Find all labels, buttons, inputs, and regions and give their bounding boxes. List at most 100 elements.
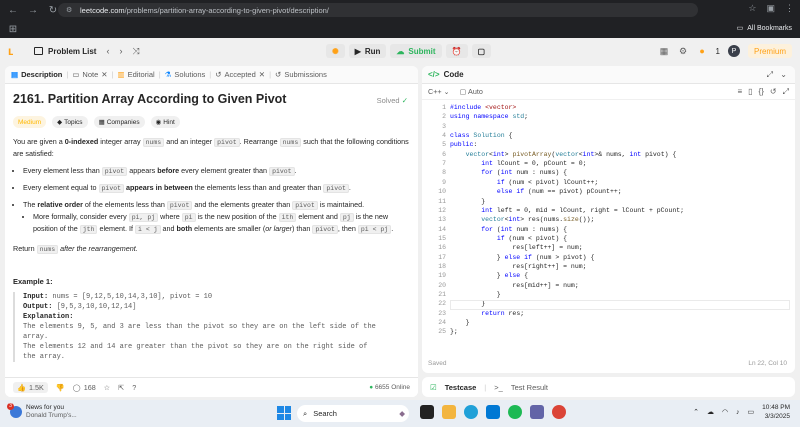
run-button[interactable]: ▶ Run — [348, 44, 387, 58]
collapse-icon[interactable]: ⌄ — [780, 70, 787, 79]
all-bookmarks[interactable]: ▭ All Bookmarks — [737, 24, 792, 33]
file-explorer-icon[interactable] — [420, 405, 434, 419]
tab-editorial[interactable]: ▥ Editorial — [118, 70, 155, 79]
tab-testcase[interactable]: Testcase — [445, 383, 477, 392]
comment-icon: ◯ — [72, 383, 81, 392]
problem-list-label: Problem List — [48, 46, 97, 56]
check-circle-icon: ✓ — [401, 96, 408, 105]
windows-start-icon[interactable] — [277, 406, 291, 420]
code-line: res[left++] = num; — [450, 244, 583, 252]
line-number: 22 — [438, 300, 446, 308]
line-number: 8 — [442, 169, 446, 177]
battery-icon[interactable]: ▭ — [748, 408, 755, 416]
submit-button[interactable]: ☁ Submit — [390, 44, 442, 58]
tab-separator: | — [209, 70, 212, 79]
store-icon[interactable] — [486, 405, 500, 419]
tab-test-result[interactable]: Test Result — [511, 383, 548, 392]
system-tray: ⌃ ☁ ◠ ♪ ▭ 10:48 PM 3/3/2025 — [693, 403, 790, 421]
news-icon: 3 — [7, 403, 22, 418]
description-footer: 👍 1.5K 👎 ◯ 168 ☆ ⇱ ? ● 6655 Online — [5, 377, 418, 397]
debug-button[interactable]: ✺ — [326, 44, 345, 58]
test-panel: ☑ Testcase | >_ Test Result — [422, 377, 795, 397]
tab-note-label: Note — [82, 70, 99, 79]
language-select[interactable]: C++ ⌄ — [428, 87, 450, 96]
chevron-down-icon: ⌄ — [443, 87, 450, 96]
spotify-icon[interactable] — [508, 405, 522, 419]
return-paragraph: Return nums after the rearrangement. — [13, 244, 138, 254]
tab-description[interactable]: ▤ Description — [11, 70, 62, 79]
like-count: 1.5K — [28, 383, 44, 392]
problem-tags: Medium ◆ Topics ▦ Companies ◉ Hint — [13, 116, 410, 128]
next-problem-icon[interactable]: › — [119, 46, 122, 57]
building-icon: ▦ — [98, 119, 105, 126]
companies-tag[interactable]: ▦ Companies — [93, 116, 145, 128]
notes-button[interactable]: ▢ — [471, 44, 492, 58]
cursor-position: Ln 22, Col 10 — [748, 360, 787, 367]
tab-accepted[interactable]: ↺ Accepted ✕ — [215, 70, 265, 79]
code-line: vector<int> pivotArray(vector<int>& nums… — [465, 150, 677, 158]
online-count: ● 6655 Online — [369, 384, 410, 391]
line-number: 16 — [438, 244, 446, 252]
back-icon[interactable]: ← — [6, 3, 20, 17]
edge-icon[interactable] — [464, 405, 478, 419]
clock[interactable]: 10:48 PM 3/3/2025 — [762, 403, 790, 421]
format-icon[interactable]: ≡ — [737, 87, 742, 97]
braces-icon[interactable]: {} — [759, 87, 764, 97]
favorite-icon[interactable]: ☆ — [104, 383, 110, 392]
avatar[interactable]: P — [727, 45, 740, 57]
premium-button[interactable]: Premium — [747, 44, 792, 58]
settings-icon[interactable]: ⚙ — [678, 46, 689, 57]
timer-button[interactable]: ⏰ — [445, 44, 468, 58]
code-line: res[mid++] = num; — [450, 281, 579, 289]
wifi-icon[interactable]: ◠ — [722, 408, 728, 416]
hint-tag[interactable]: ◉ Hint — [150, 116, 180, 128]
like-button[interactable]: 👍 1.5K — [13, 382, 48, 393]
taskbar-search[interactable]: ⌕ Search ◆ — [297, 405, 409, 422]
shuffle-icon[interactable]: ⤨ — [132, 46, 139, 57]
forward-icon[interactable]: → — [26, 3, 40, 17]
fullscreen-icon[interactable]: ⤢ — [783, 87, 789, 97]
comments-button[interactable]: ◯ 168 — [73, 383, 96, 392]
chevron-up-icon[interactable]: ⌃ — [693, 408, 699, 416]
volume-icon[interactable]: ♪ — [736, 409, 740, 416]
dislike-button[interactable]: 👎 — [56, 383, 65, 392]
code-line: int left = 0, mid = lCount, right = lCou… — [481, 206, 685, 214]
prev-problem-icon[interactable]: ‹ — [106, 46, 109, 57]
apps-grid-icon[interactable]: ⊞ — [6, 22, 20, 36]
cloud-icon[interactable]: ☁ — [707, 408, 714, 416]
auto-mode[interactable]: ▢ Auto — [460, 87, 483, 96]
news-widget[interactable]: 3 News for you Donald Trump's... — [7, 403, 77, 420]
site-info-icon[interactable]: ⚙ — [66, 6, 74, 14]
url-bar[interactable]: ⚙ leetcode.com/problems/partition-array-… — [58, 3, 698, 17]
play-icon: ▶ — [354, 46, 361, 56]
mode-label: Auto — [468, 87, 483, 96]
list-icon — [34, 47, 43, 55]
chrome-icon[interactable] — [552, 405, 566, 419]
bookmark-star-icon[interactable]: ☆ — [748, 3, 756, 14]
close-icon[interactable]: ✕ — [259, 70, 265, 79]
browser-menu-icon[interactable]: ⋮ — [785, 3, 794, 14]
code-tab-label[interactable]: Code — [444, 70, 464, 79]
bookmark-icon[interactable]: ▯ — [748, 87, 752, 97]
line-number: 14 — [438, 225, 446, 233]
maximize-icon[interactable]: ⤢ — [767, 70, 773, 80]
topics-tag[interactable]: ◆ Topics — [52, 116, 88, 128]
tab-separator: | — [484, 382, 487, 392]
photos-icon[interactable] — [442, 405, 456, 419]
problem-list-button[interactable]: Problem List — [34, 47, 96, 56]
extension-icon[interactable]: ▣ — [766, 3, 775, 14]
reset-icon[interactable]: ↺ — [770, 87, 777, 97]
condition-3: The relative order of the elements less … — [23, 199, 410, 235]
layout-icon[interactable]: ▦ — [659, 46, 670, 57]
search-highlight-icon: ◆ — [399, 409, 405, 418]
code-editor[interactable]: 1 #include <vector> 2 using namespace std; 3… — [422, 104, 795, 350]
teams-icon[interactable] — [530, 405, 544, 419]
help-icon[interactable]: ? — [132, 383, 136, 392]
share-icon[interactable]: ⇱ — [118, 383, 124, 392]
tab-note[interactable]: ▭ Note ✕ — [72, 70, 107, 79]
tab-solutions[interactable]: ⚗ Solutions — [165, 70, 206, 79]
close-icon[interactable]: ✕ — [101, 70, 107, 79]
tab-submissions[interactable]: ↺ Submissions — [275, 70, 327, 79]
streak-icon[interactable]: ● — [697, 46, 708, 57]
leetcode-logo-icon[interactable]: ʟ — [8, 44, 20, 58]
